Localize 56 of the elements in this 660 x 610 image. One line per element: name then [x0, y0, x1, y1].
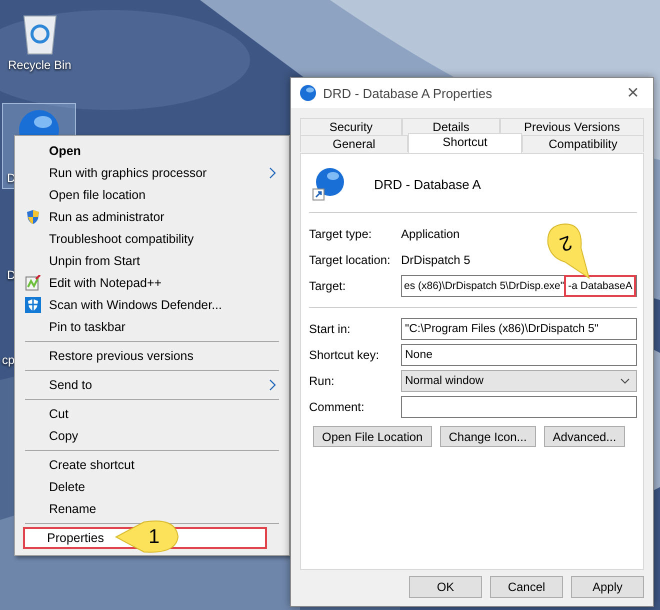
menu-item[interactable]: Edit with Notepad++ — [17, 272, 287, 294]
globe-shortcut-icon — [312, 167, 346, 201]
menu-item[interactable]: Create shortcut — [17, 454, 287, 476]
run-dropdown[interactable]: Normal window — [401, 370, 637, 392]
action-button[interactable]: Advanced... — [544, 426, 626, 447]
menu-item[interactable]: Troubleshoot compatibility — [17, 228, 287, 250]
menu-item[interactable]: Cut — [17, 403, 287, 425]
field-label: Run: — [309, 374, 336, 388]
input-field[interactable] — [401, 396, 637, 418]
tab[interactable]: Shortcut — [408, 133, 522, 153]
action-button[interactable]: Change Icon... — [440, 426, 536, 447]
chevron-down-icon — [620, 378, 630, 384]
input-field[interactable]: None — [401, 344, 637, 366]
field-label: Start in: — [309, 322, 352, 336]
field-label: Target type: — [309, 227, 373, 241]
shortcut-name: DRD - Database A — [374, 176, 481, 192]
menu-item[interactable]: Pin to taskbar — [17, 316, 287, 338]
field-value: Application — [401, 227, 460, 241]
menu-item[interactable]: Open file location — [17, 184, 287, 206]
field-label: Comment: — [309, 400, 366, 414]
field-label: Target location: — [309, 253, 392, 267]
menu-item[interactable]: Scan with Windows Defender... — [17, 294, 287, 316]
action-button[interactable]: Open File Location — [313, 426, 432, 447]
dialog-button[interactable]: OK — [409, 576, 482, 598]
target-field[interactable]: es (x86)\DrDispatch 5\DrDisp.exe" -a DatabaseA — [401, 275, 637, 297]
icon-label: Recycle Bin — [8, 58, 72, 72]
field-label: Shortcut key: — [309, 348, 380, 362]
icon-label: cp — [2, 353, 15, 367]
notepad-icon — [25, 275, 41, 291]
menu-item[interactable]: Open — [17, 140, 287, 162]
defender-shield-icon — [25, 297, 41, 313]
menu-item[interactable]: Run with graphics processor — [17, 162, 287, 184]
window-title: DRD - Database A Properties — [323, 86, 494, 100]
target-argument: -a DatabaseA — [566, 277, 634, 295]
field-value: DrDispatch 5 — [401, 253, 470, 267]
callout-marker: 2 — [545, 222, 591, 280]
field-label: Target: — [309, 279, 347, 293]
menu-item[interactable]: Rename — [17, 498, 287, 520]
menu-item[interactable]: Send to — [17, 374, 287, 396]
globe-icon — [299, 84, 317, 102]
menu-item[interactable]: Delete — [17, 476, 287, 498]
menu-item[interactable]: Restore previous versions — [17, 345, 287, 367]
tab[interactable]: General — [300, 135, 408, 152]
menu-item[interactable]: Run as administrator — [17, 206, 287, 228]
menu-item[interactable]: Copy — [17, 425, 287, 447]
dialog-button[interactable]: Apply — [571, 576, 644, 598]
input-field[interactable]: "C:\Program Files (x86)\DrDispatch 5" — [401, 318, 637, 340]
tab[interactable]: Security — [300, 118, 402, 135]
close-button[interactable]: × — [613, 82, 653, 104]
callout-marker: 1 — [114, 519, 180, 555]
dialog-button[interactable]: Cancel — [490, 576, 563, 598]
target-path: es (x86)\DrDispatch 5\DrDisp.exe" — [404, 280, 564, 292]
menu-item[interactable]: Unpin from Start — [17, 250, 287, 272]
tab[interactable]: Previous Versions — [500, 118, 644, 135]
shield-icon — [25, 209, 41, 225]
tab[interactable]: Compatibility — [522, 135, 644, 152]
